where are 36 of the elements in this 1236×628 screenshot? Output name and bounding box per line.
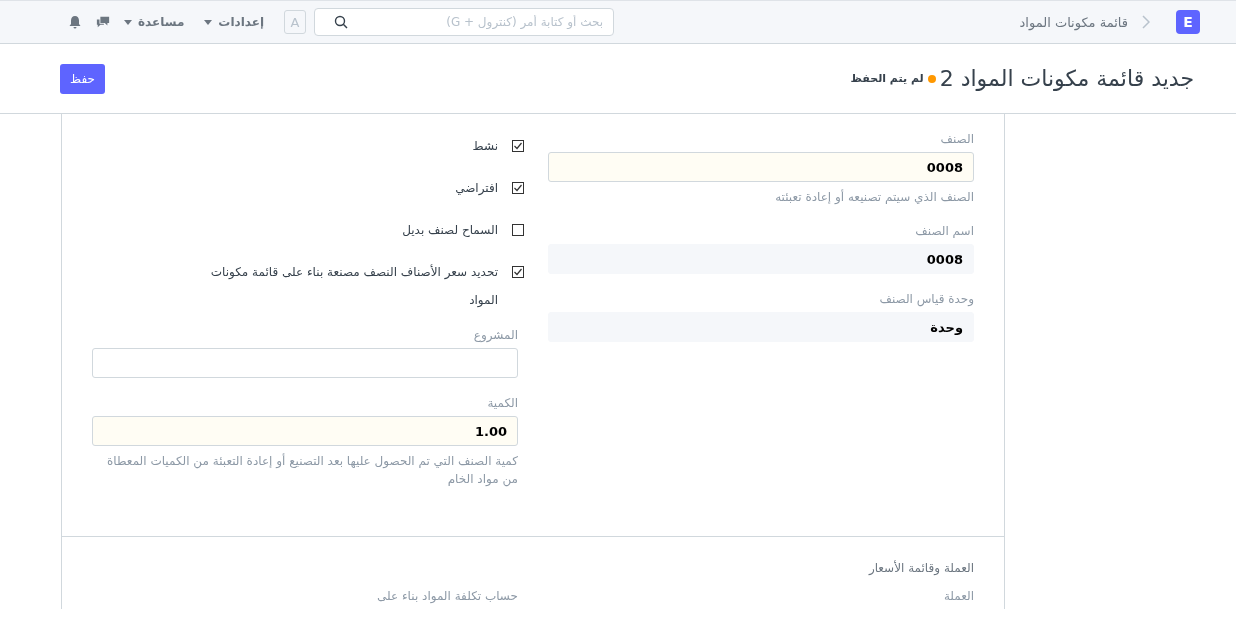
dropdown-menu[interactable]: مساعدة bbox=[124, 15, 185, 29]
field-description: كمية الصنف التي تم الحصول عليها بعد التصنيع أو إعادة التعبئة من الكميات المعطاة من مواد الخام bbox=[106, 452, 518, 488]
checkbox[interactable] bbox=[512, 182, 524, 194]
checkbox[interactable] bbox=[512, 224, 524, 236]
page-title: جديد قائمة مكونات المواد 2 bbox=[939, 66, 1194, 91]
checkbox-label: افتراضي bbox=[454, 180, 498, 197]
input-field[interactable] bbox=[92, 348, 518, 378]
checkbox-label: نشط bbox=[471, 138, 498, 155]
status-indicator: لم يتم الحفظ bbox=[850, 72, 924, 85]
caret-icon bbox=[124, 19, 132, 25]
checkbox-label: السماح لصنف بديل bbox=[401, 222, 498, 239]
chat-icon[interactable] bbox=[96, 15, 110, 29]
chevron-icon bbox=[1142, 15, 1150, 29]
checkbox[interactable] bbox=[512, 140, 524, 152]
field-label: العملة bbox=[942, 589, 974, 603]
bell-icon[interactable] bbox=[68, 15, 82, 29]
dropdown-menu[interactable]: إعدادات bbox=[204, 15, 265, 29]
section-heading: العملة وقائمة الأسعار bbox=[867, 561, 974, 575]
save-button[interactable]: حفظ bbox=[60, 63, 105, 94]
field-label: اسم الصنف bbox=[914, 224, 974, 238]
field-label: وحدة قياس الصنف bbox=[878, 292, 974, 306]
field-label: الكمية bbox=[486, 396, 518, 410]
field-label: الصنف bbox=[939, 132, 974, 146]
breadcrumb-link[interactable]: قائمة مكونات المواد bbox=[1019, 14, 1128, 30]
checkbox[interactable] bbox=[512, 266, 524, 278]
readonly-field: 0008 bbox=[548, 244, 974, 274]
input-field[interactable]: 1.00 bbox=[92, 416, 518, 446]
field-label: المشروع bbox=[472, 328, 518, 342]
field-description: الصنف الذي سيتم تصنيعه أو إعادة تعبئته bbox=[774, 188, 974, 206]
field-label: حساب تكلفة المواد بناء على bbox=[376, 589, 518, 603]
search-icon bbox=[334, 15, 349, 29]
caret-icon bbox=[204, 19, 213, 25]
input-field[interactable]: 0008 bbox=[548, 152, 974, 182]
app-logo[interactable]: E bbox=[1176, 10, 1200, 34]
checkbox-label: تحديد سعر الأصناف النصف مصنعة بناء على قائمة مكونات المواد bbox=[209, 263, 498, 309]
readonly-field: وحدة bbox=[548, 312, 974, 342]
